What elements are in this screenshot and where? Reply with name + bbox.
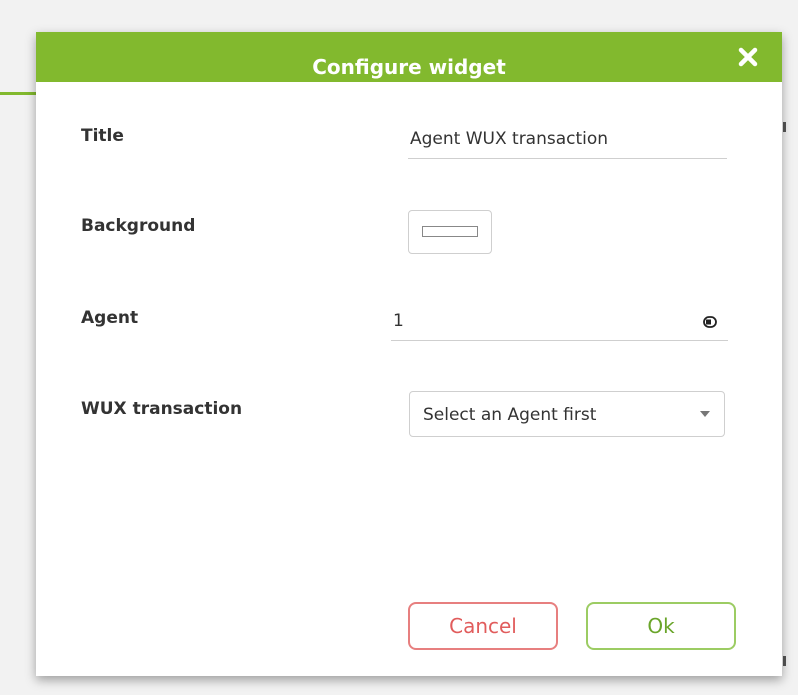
agent-picker-icon[interactable] xyxy=(702,314,718,330)
backdrop-divider xyxy=(783,656,786,666)
wux-transaction-label: WUX transaction xyxy=(81,399,243,419)
background-color-picker[interactable] xyxy=(408,210,492,254)
agent-input[interactable] xyxy=(391,302,728,341)
agent-label: Agent xyxy=(81,308,139,328)
backdrop-divider xyxy=(783,122,786,132)
wux-transaction-selected: Select an Agent first xyxy=(423,405,597,425)
close-icon[interactable] xyxy=(736,45,760,69)
background-label: Background xyxy=(81,216,196,236)
ok-button[interactable]: Ok xyxy=(586,602,736,650)
title-input[interactable] xyxy=(408,120,727,159)
cancel-button[interactable]: Cancel xyxy=(408,602,558,650)
background-color-swatch xyxy=(422,226,478,237)
dialog-title: Configure widget xyxy=(312,55,506,79)
backdrop-accent-line xyxy=(0,92,40,95)
chevron-down-icon xyxy=(700,411,710,417)
configure-widget-dialog: Configure widget Title Background Agent … xyxy=(36,32,782,676)
wux-transaction-select[interactable]: Select an Agent first xyxy=(409,391,725,437)
title-label: Title xyxy=(81,126,124,146)
